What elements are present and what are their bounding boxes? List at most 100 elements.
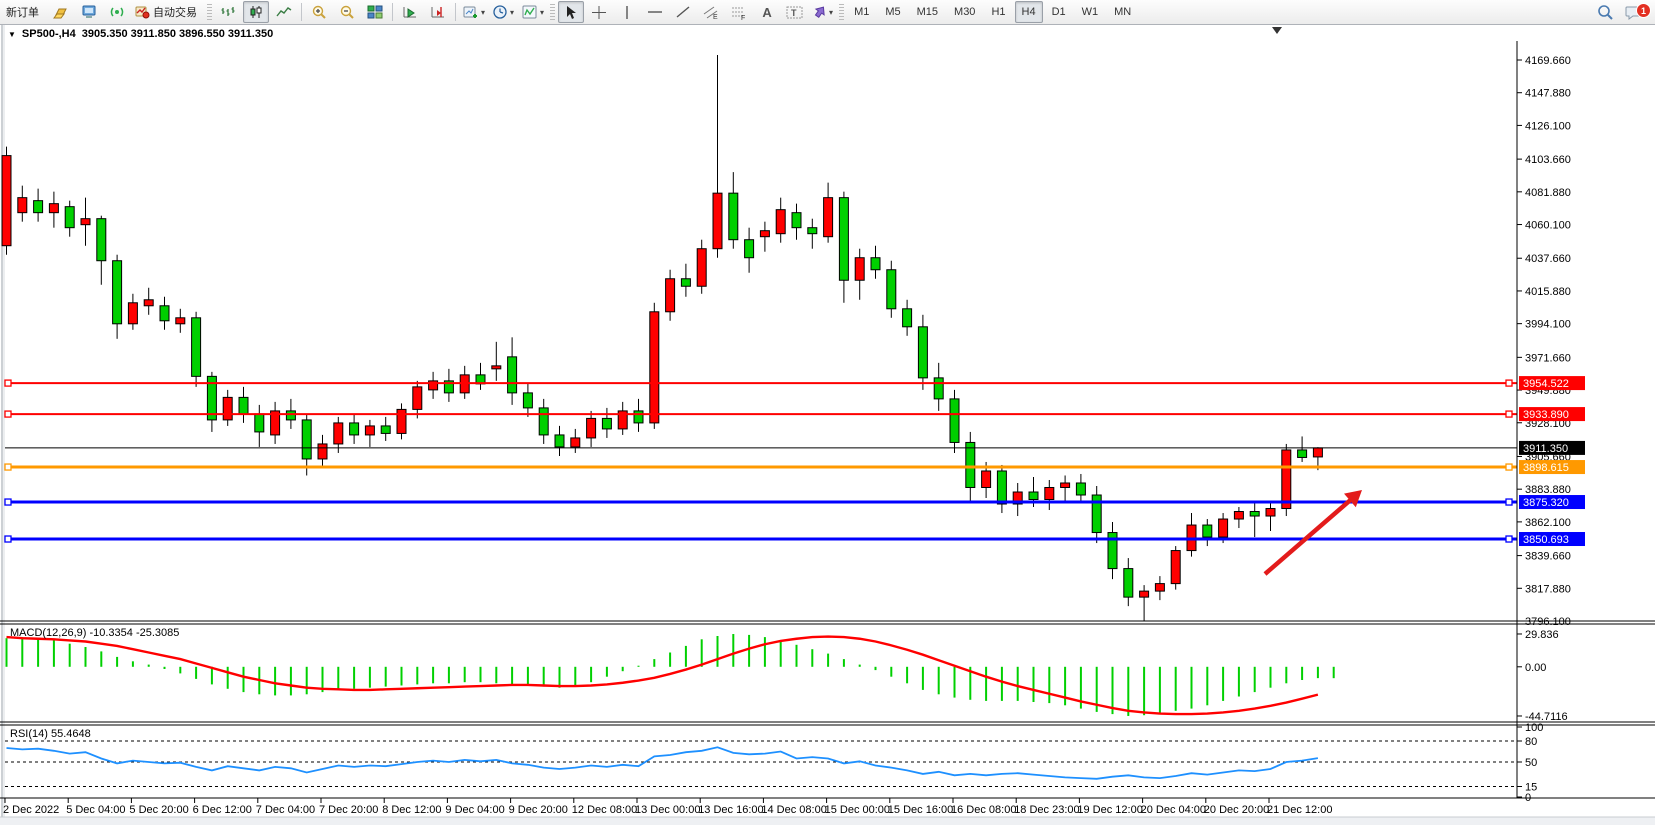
timeframe-button-d1[interactable]: D1 — [1045, 1, 1073, 23]
crosshair-tool-button[interactable] — [586, 1, 612, 23]
svg-text:3911.350: 3911.350 — [1523, 443, 1568, 455]
bull-candle — [697, 249, 706, 287]
new-order-button[interactable]: 新订单 — [1, 1, 46, 23]
timeframe-button-w1[interactable]: W1 — [1075, 1, 1106, 23]
timeframe-button-mn[interactable]: MN — [1107, 1, 1138, 23]
timeframe-button-m30[interactable]: M30 — [947, 1, 982, 23]
bull-candle — [982, 471, 991, 488]
bear-candle — [792, 213, 801, 228]
bear-candle — [918, 327, 927, 378]
label-tool-button[interactable]: T — [782, 1, 808, 23]
time-tick-label: 18 Dec 23:00 — [1014, 804, 1079, 816]
time-tick-label: 6 Dec 12:00 — [193, 804, 252, 816]
bear-candle — [1298, 450, 1307, 458]
toolbar-gripper — [839, 4, 844, 20]
auto-scroll-button[interactable] — [397, 1, 423, 23]
zoom-in-button[interactable] — [306, 1, 332, 23]
channel-letter: E — [713, 14, 718, 20]
timeframe-button-h4[interactable]: H4 — [1015, 1, 1043, 23]
macd-axis-label: 0.00 — [1525, 662, 1546, 674]
period-clock-button[interactable]: ▾ — [490, 1, 517, 23]
line-handle[interactable] — [5, 464, 11, 470]
bull-candle — [223, 397, 232, 420]
auto-trading-button[interactable]: 自动交易 — [132, 1, 204, 23]
chevron-down-icon: ▾ — [481, 8, 485, 17]
line-handle[interactable] — [1506, 411, 1512, 417]
time-tick-label: 9 Dec 20:00 — [509, 804, 568, 816]
bull-candle — [1045, 487, 1054, 499]
bull-candle — [855, 258, 864, 281]
timeframe-button-m5[interactable]: M5 — [878, 1, 907, 23]
time-tick-label: 7 Dec 20:00 — [319, 804, 378, 816]
line-handle[interactable] — [5, 499, 11, 505]
line-handle[interactable] — [5, 536, 11, 542]
collapse-triangle-icon[interactable]: ▼ — [8, 30, 16, 39]
toolbar-separator — [301, 3, 302, 21]
line-handle[interactable] — [1506, 380, 1512, 386]
bear-candle — [1250, 512, 1259, 517]
time-tick-label: 20 Dec 04:00 — [1141, 804, 1206, 816]
fibonacci-tool-button[interactable]: F — [726, 1, 752, 23]
trendline-tool-button[interactable] — [670, 1, 696, 23]
bull-candle — [1140, 591, 1149, 597]
bar-chart-mode-button[interactable] — [215, 1, 241, 23]
price-chart-canvas[interactable]: 4169.6604147.8804126.1004103.6604081.880… — [0, 0, 1655, 825]
bear-candle — [1124, 569, 1133, 598]
search-icon[interactable] — [1592, 1, 1618, 23]
toolbar-separator — [455, 3, 456, 21]
chevron-down-icon: ▾ — [829, 8, 833, 17]
bull-candle — [666, 279, 675, 312]
svg-text:3850.693: 3850.693 — [1523, 534, 1569, 546]
notifications-chat-button[interactable]: 1 — [1620, 1, 1646, 23]
time-tick-label: 13 Dec 16:00 — [698, 804, 763, 816]
indicators-button[interactable]: ▾ — [519, 1, 547, 23]
tile-windows-icon[interactable] — [362, 1, 388, 23]
shapes-tool-button[interactable]: ▾ — [810, 1, 836, 23]
zoom-out-button[interactable] — [334, 1, 360, 23]
timeframe-button-m15[interactable]: M15 — [910, 1, 945, 23]
time-tick-label: 5 Dec 20:00 — [129, 804, 188, 816]
terminal-icon[interactable] — [76, 1, 102, 23]
channel-tool-button[interactable]: E — [698, 1, 724, 23]
new-chart-button[interactable]: ▾ — [460, 1, 488, 23]
bull-candle — [318, 444, 327, 459]
svg-text:3933.890: 3933.890 — [1523, 409, 1569, 421]
cursor-tool-button[interactable] — [558, 1, 584, 23]
signal-icon[interactable] — [104, 1, 130, 23]
candlestick-mode-button[interactable] — [243, 1, 269, 23]
bull-candle — [650, 312, 659, 423]
time-tick-label: 20 Dec 20:00 — [1204, 804, 1269, 816]
bear-candle — [729, 193, 738, 240]
chevron-down-icon: ▾ — [510, 8, 514, 17]
line-handle[interactable] — [1506, 464, 1512, 470]
line-handle[interactable] — [1506, 499, 1512, 505]
bull-candle — [1266, 509, 1275, 517]
timeframe-button-m1[interactable]: M1 — [847, 1, 876, 23]
text-tool-button[interactable]: A — [754, 1, 780, 23]
rsi-axis-label: 100 — [1525, 722, 1543, 734]
mt4-terminal: { "toolbar": { "new_order": "新订单", "auto… — [0, 0, 1655, 825]
gold-icon[interactable] — [48, 1, 74, 23]
time-tick-label: 8 Dec 12:00 — [382, 804, 441, 816]
price-tick-label: 4060.100 — [1525, 220, 1571, 232]
fibonacci-letter: F — [741, 15, 745, 20]
bull-candle — [760, 231, 769, 237]
line-chart-mode-button[interactable] — [271, 1, 297, 23]
bear-candle — [871, 258, 880, 270]
line-handle[interactable] — [5, 380, 11, 386]
line-handle[interactable] — [1506, 536, 1512, 542]
time-tick-label: 19 Dec 12:00 — [1077, 804, 1142, 816]
horizontal-line-tool-button[interactable] — [642, 1, 668, 23]
bull-candle — [587, 418, 596, 438]
vertical-line-tool-button[interactable] — [614, 1, 640, 23]
bull-candle — [2, 156, 11, 246]
bull-candle — [1061, 483, 1070, 488]
rsi-axis-label: 0 — [1525, 792, 1531, 804]
price-level-badge: 3954.522 — [1519, 376, 1585, 390]
chart-shift-button[interactable] — [425, 1, 451, 23]
time-tick-label: 7 Dec 04:00 — [256, 804, 315, 816]
timeframe-button-h1[interactable]: H1 — [984, 1, 1012, 23]
line-handle[interactable] — [5, 411, 11, 417]
price-tick-label: 4169.660 — [1525, 55, 1571, 67]
bear-candle — [887, 270, 896, 309]
